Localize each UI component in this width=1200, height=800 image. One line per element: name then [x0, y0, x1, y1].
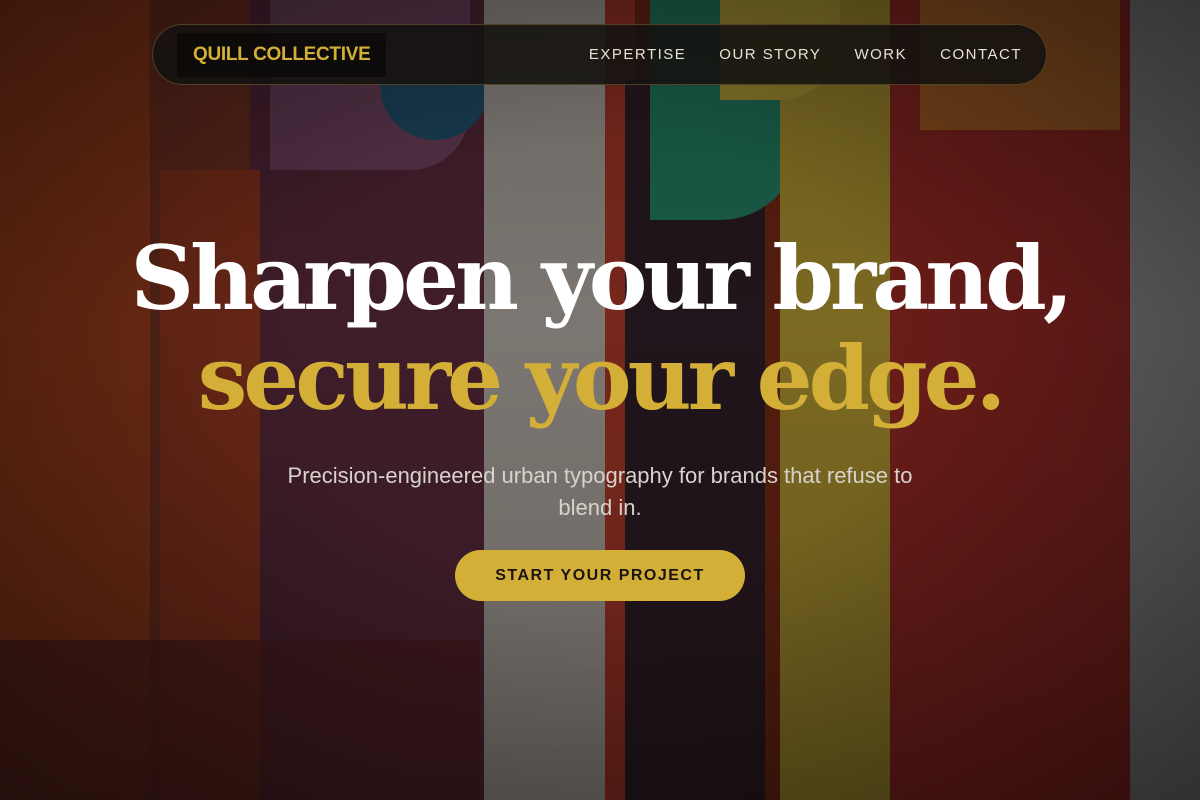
- nav-links: EXPERTISE OUR STORY WORK CONTACT: [589, 46, 1022, 63]
- nav-link-work[interactable]: WORK: [854, 46, 907, 63]
- landing-page: QUILL COLLECTIVE EXPERTISE OUR STORY WOR…: [0, 0, 1200, 800]
- start-project-button[interactable]: START YOUR PROJECT: [455, 550, 745, 601]
- brand-logo[interactable]: QUILL COLLECTIVE: [177, 32, 387, 77]
- nav-link-expertise[interactable]: EXPERTISE: [589, 46, 686, 63]
- top-navbar: QUILL COLLECTIVE EXPERTISE OUR STORY WOR…: [152, 24, 1047, 85]
- hero-subtitle: Precision-engineered urban typography fo…: [287, 463, 913, 520]
- nav-link-contact[interactable]: CONTACT: [940, 46, 1022, 63]
- hero-section: Sharpen your brand, secure your edge. Pr…: [0, 228, 1200, 601]
- nav-link-our-story[interactable]: OUR STORY: [719, 46, 821, 63]
- headline-line-2: secure your edge.: [197, 326, 1007, 430]
- hero-headline: Sharpen your brand, secure your edge.: [0, 228, 1200, 428]
- headline-line-1: Sharpen your brand,: [130, 226, 1074, 330]
